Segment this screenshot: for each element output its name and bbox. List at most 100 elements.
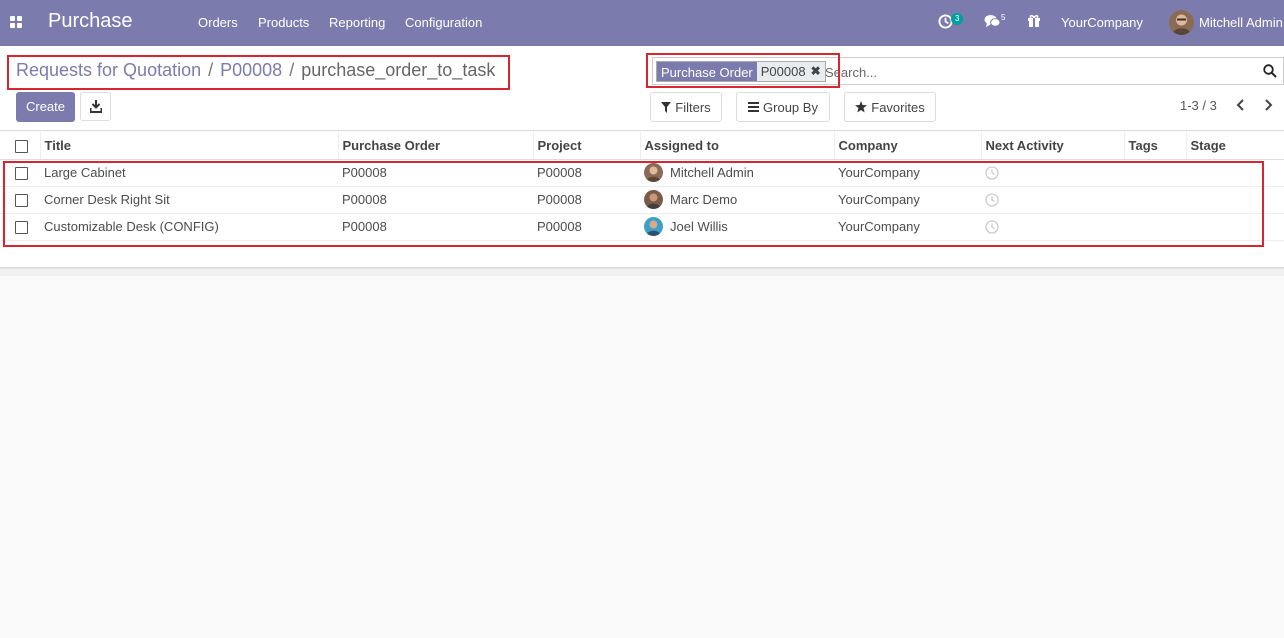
user-avatar[interactable]: [1169, 10, 1194, 35]
search-bar: Purchase Order P00008 ✖: [652, 57, 1284, 85]
create-button[interactable]: Create: [16, 92, 75, 122]
top-navbar: Purchase Orders Products Reporting Confi…: [0, 0, 1284, 46]
avatar: [644, 217, 663, 236]
facet-label: Purchase Order: [657, 62, 757, 81]
column-company[interactable]: Company: [833, 132, 981, 160]
breadcrumb-current: purchase_order_to_task: [301, 60, 496, 80]
cell-tags[interactable]: [1124, 213, 1186, 241]
cell-purchase-order[interactable]: P00008: [338, 186, 533, 214]
column-title[interactable]: Title: [39, 132, 338, 160]
cell-tags[interactable]: [1124, 159, 1186, 187]
cell-project[interactable]: P00008: [533, 159, 640, 187]
list-footer: [0, 240, 1284, 268]
filters-label: Filters: [675, 99, 711, 115]
table-header-row: Title Purchase Order Project Assigned to…: [0, 132, 1284, 160]
activity-badge: 3: [951, 13, 964, 25]
cell-company[interactable]: YourCompany: [834, 186, 981, 214]
app-name[interactable]: Purchase: [48, 10, 133, 33]
gift-icon[interactable]: [1027, 14, 1041, 31]
cell-purchase-order[interactable]: P00008: [338, 159, 533, 187]
breadcrumb-separator: /: [208, 60, 214, 80]
menu-configuration[interactable]: Configuration: [405, 15, 482, 30]
menu-reporting[interactable]: Reporting: [329, 15, 385, 30]
activity-clock-icon[interactable]: [985, 166, 999, 180]
apps-menu-icon[interactable]: [10, 16, 22, 28]
row-select-cell: [0, 186, 40, 214]
row-checkbox[interactable]: [15, 167, 28, 181]
row-select-cell: [0, 159, 40, 187]
filter-icon: [661, 101, 672, 113]
breadcrumb-order[interactable]: P00008: [220, 60, 282, 80]
messages-icon[interactable]: [984, 14, 1001, 32]
task-list: Title Purchase Order Project Assigned to…: [0, 132, 1284, 268]
cell-purchase-order[interactable]: P00008: [338, 213, 533, 241]
assignee-name: Marc Demo: [670, 192, 738, 207]
group-by-button[interactable]: Group By: [736, 92, 830, 122]
filters-button[interactable]: Filters: [650, 92, 722, 122]
cell-stage[interactable]: [1186, 213, 1284, 241]
cell-title[interactable]: Customizable Desk (CONFIG): [40, 213, 338, 241]
download-button[interactable]: [80, 92, 111, 121]
task-table: Title Purchase Order Project Assigned to…: [0, 132, 1284, 241]
breadcrumb-separator: /: [289, 60, 295, 80]
cell-project[interactable]: P00008: [533, 186, 640, 214]
column-stage[interactable]: Stage: [1185, 132, 1284, 160]
avatar: [644, 190, 663, 209]
row-checkbox[interactable]: [15, 221, 28, 235]
assignee-name: Mitchell Admin: [670, 165, 754, 180]
star-icon: [855, 101, 868, 113]
cell-next-activity[interactable]: [981, 186, 1124, 214]
company-switcher[interactable]: YourCompany: [1061, 15, 1143, 30]
search-facet: Purchase Order P00008 ✖: [656, 61, 826, 82]
list-bottom-divider: [0, 268, 1284, 276]
cell-assigned-to[interactable]: Joel Willis: [640, 213, 834, 241]
activity-clock-icon[interactable]: [985, 193, 999, 207]
avatar: [644, 163, 663, 182]
assignee: Marc Demo: [644, 190, 830, 209]
cell-assigned-to[interactable]: Marc Demo: [640, 186, 834, 214]
cell-assigned-to[interactable]: Mitchell Admin: [640, 159, 834, 187]
pager-value[interactable]: 1-3 / 3: [1180, 98, 1217, 113]
table-row[interactable]: Customizable Desk (CONFIG) P00008 P00008…: [0, 213, 1284, 241]
assignee-name: Joel Willis: [670, 219, 728, 234]
pager-next-icon[interactable]: [1260, 96, 1276, 114]
pager-previous-icon[interactable]: [1233, 96, 1249, 114]
facet-value: P00008: [760, 64, 806, 79]
search-icon[interactable]: [1263, 64, 1277, 78]
favorites-button[interactable]: Favorites: [844, 92, 936, 122]
cell-stage[interactable]: [1186, 186, 1284, 214]
cell-title[interactable]: Corner Desk Right Sit: [40, 186, 338, 214]
select-all-cell: [0, 132, 40, 160]
cell-company[interactable]: YourCompany: [834, 159, 981, 187]
breadcrumb: Requests for Quotation / P00008 / purchase_o…: [16, 60, 495, 81]
select-all-checkbox[interactable]: [15, 139, 28, 153]
column-next-activity[interactable]: Next Activity: [980, 132, 1124, 160]
download-icon: [90, 100, 102, 113]
favorites-label: Favorites: [871, 99, 925, 115]
user-menu[interactable]: Mitchell Admin: [1199, 15, 1283, 30]
search-input[interactable]: [825, 62, 1245, 82]
cell-tags[interactable]: [1124, 186, 1186, 214]
cell-next-activity[interactable]: [981, 159, 1124, 187]
cell-company[interactable]: YourCompany: [834, 213, 981, 241]
column-purchase-order[interactable]: Purchase Order: [337, 132, 533, 160]
facet-value-group: P00008 ✖: [756, 62, 825, 81]
assignee: Mitchell Admin: [644, 163, 830, 182]
table-row[interactable]: Large Cabinet P00008 P00008 Mitchell Adm…: [0, 159, 1284, 187]
facet-remove-icon[interactable]: ✖: [811, 63, 821, 80]
cell-title[interactable]: Large Cabinet: [40, 159, 338, 187]
activity-clock-icon[interactable]: [985, 220, 999, 234]
column-tags[interactable]: Tags: [1123, 132, 1186, 160]
column-assigned-to[interactable]: Assigned to: [639, 132, 834, 160]
cell-project[interactable]: P00008: [533, 213, 640, 241]
column-project[interactable]: Project: [532, 132, 640, 160]
menu-orders[interactable]: Orders: [198, 15, 238, 30]
group-by-label: Group By: [763, 99, 818, 115]
cell-stage[interactable]: [1186, 159, 1284, 187]
breadcrumb-rfq[interactable]: Requests for Quotation: [16, 60, 201, 80]
row-select-cell: [0, 213, 40, 241]
row-checkbox[interactable]: [15, 194, 28, 208]
table-row[interactable]: Corner Desk Right Sit P00008 P00008 Marc…: [0, 186, 1284, 214]
menu-products[interactable]: Products: [258, 15, 309, 30]
cell-next-activity[interactable]: [981, 213, 1124, 241]
